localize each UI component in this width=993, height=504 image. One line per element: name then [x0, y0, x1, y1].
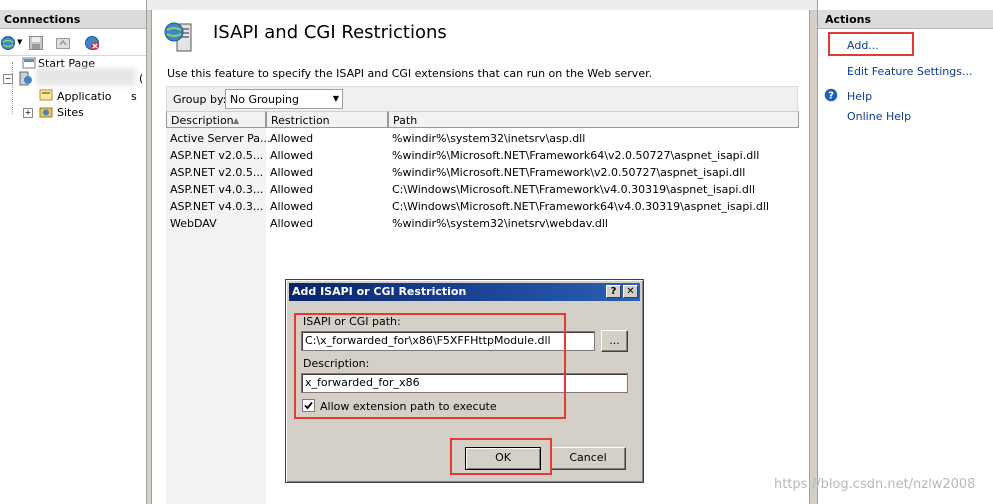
up-level-icon[interactable] [55, 35, 71, 51]
actions-pane: Actions Add... Edit Feature Settings... … [817, 0, 993, 504]
sites-icon [39, 107, 53, 118]
connections-pane: Connections ▼ Start Page − ( Applicatio … [0, 0, 147, 504]
column-header-label: Path [393, 114, 418, 127]
help-button[interactable]: ? [606, 285, 621, 298]
ok-highlight-box [450, 438, 552, 475]
table-cell-description: ASP.NET v2.0.5... [170, 149, 264, 162]
table-row[interactable]: ASP.NET v4.0.3... Allowed C:\Windows\Micro… [166, 181, 799, 198]
table-row[interactable]: Active Server Pa... Allowed %windir%\syste… [166, 130, 799, 147]
table-row[interactable]: ASP.NET v2.0.5... Allowed %windir%\Microso… [166, 164, 799, 181]
connect-globe-icon[interactable] [0, 35, 16, 51]
online-help-link[interactable]: Online Help [847, 110, 911, 123]
connections-toolbar: ▼ [0, 31, 146, 56]
svg-text:?: ? [828, 91, 834, 102]
actions-header: Actions [818, 10, 993, 29]
column-header-path[interactable]: Path [388, 111, 799, 128]
add-highlight-box [828, 32, 914, 56]
cancel-button[interactable]: Cancel [550, 447, 626, 470]
table-cell-path: C:\Windows\Microsoft.NET\Framework\v4.0.… [392, 183, 756, 196]
table-cell-restriction: Allowed [270, 132, 314, 145]
table-cell-path: %windir%\system32\inetsrv\webdav.dll [392, 217, 608, 230]
table-cell-description: ASP.NET v2.0.5... [170, 166, 264, 179]
table-cell-path: C:\Windows\Microsoft.NET\Framework64\v4.… [392, 200, 770, 213]
tree-app-pools[interactable]: Applicatio [57, 90, 112, 103]
chevron-down-icon: ▼ [332, 94, 339, 103]
table-cell-path: %windir%\system32\inetsrv\asp.dll [392, 132, 586, 145]
connections-header: Connections [0, 10, 146, 29]
save-icon[interactable] [28, 35, 44, 51]
column-header-description[interactable]: Description ▲ [166, 111, 266, 128]
dialog-title-bar: Add ISAPI or CGI Restriction ? ✕ [289, 283, 640, 301]
table-cell-restriction: Allowed [270, 217, 314, 230]
watermark: https://blog.csdn.net/nzlw2008 [774, 477, 976, 492]
group-by-select[interactable]: No Grouping ▼ [225, 89, 343, 109]
dialog-title: Add ISAPI or CGI Restriction [292, 285, 467, 298]
page-title: ISAPI and CGI Restrictions [213, 22, 447, 43]
table-cell-description: WebDAV [170, 217, 217, 230]
table-cell-description: Active Server Pa... [170, 132, 271, 145]
table-row[interactable]: WebDAV Allowed %windir%\system32\inetsrv\w… [166, 215, 799, 232]
help-link[interactable]: Help [847, 90, 872, 103]
table-cell-path: %windir%\Microsoft.NET\Framework\v2.0.50… [392, 166, 746, 179]
column-header-restriction[interactable]: Restriction [266, 111, 388, 128]
close-button[interactable]: ✕ [623, 285, 638, 298]
table-cell-restriction: Allowed [270, 166, 314, 179]
group-by-bar: Group by: No Grouping ▼ [166, 86, 798, 112]
table-cell-restriction: Allowed [270, 183, 314, 196]
sort-ascending-icon: ▲ [233, 116, 240, 125]
table-cell-restriction: Allowed [270, 149, 314, 162]
tree-sites[interactable]: Sites [57, 106, 84, 119]
expand-toggle[interactable]: + [23, 108, 33, 118]
start-page-icon [22, 57, 36, 69]
isapi-cgi-feature-icon [164, 22, 192, 52]
server-icon [19, 71, 32, 86]
app-pools-icon [39, 89, 53, 101]
fields-highlight-box [294, 313, 566, 419]
group-by-label: Group by: [173, 93, 227, 106]
column-header-label: Description [171, 114, 234, 127]
table-cell-path: %windir%\Microsoft.NET\Framework64\v2.0.… [392, 149, 760, 162]
column-header-label: Restriction [271, 114, 330, 127]
edit-feature-settings-link[interactable]: Edit Feature Settings... [847, 65, 972, 78]
chevron-down-icon[interactable]: ▼ [17, 38, 22, 46]
browse-button[interactable]: ... [601, 330, 628, 352]
group-by-value: No Grouping [230, 93, 299, 106]
tree-app-pools-tail: s [131, 90, 137, 103]
table-row[interactable]: ASP.NET v2.0.5... Allowed %windir%\Microso… [166, 147, 799, 164]
table-cell-restriction: Allowed [270, 200, 314, 213]
table-cell-description: ASP.NET v4.0.3... [170, 200, 264, 213]
tree-server-suffix: ( [139, 72, 144, 85]
disconnect-icon[interactable] [84, 35, 100, 51]
help-icon: ? [824, 88, 838, 102]
table-row[interactable]: ASP.NET v4.0.3... Allowed C:\Windows\Micro… [166, 198, 799, 215]
redacted-server-name [36, 68, 136, 86]
feature-description: Use this feature to specify the ISAPI an… [167, 67, 653, 80]
table-cell-description: ASP.NET v4.0.3... [170, 183, 264, 196]
collapse-toggle[interactable]: − [3, 74, 13, 84]
